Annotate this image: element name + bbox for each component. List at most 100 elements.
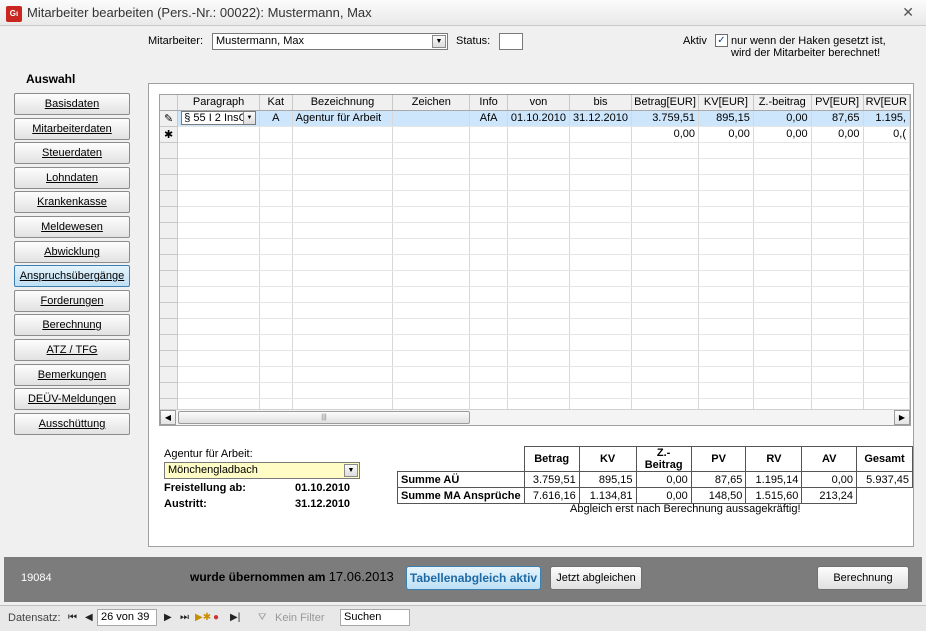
scroll-right-icon[interactable]: ▶ bbox=[894, 410, 910, 425]
edit-pencil-icon[interactable]: ✎ bbox=[160, 110, 179, 127]
cell-zbeitrag[interactable]: 0,00 bbox=[753, 126, 812, 143]
new-record-icon[interactable]: ▶✱ bbox=[195, 612, 211, 623]
sidebar-item-krankenkasse[interactable]: Krankenkasse bbox=[14, 191, 130, 213]
cell-kat[interactable] bbox=[259, 126, 293, 143]
sidebar-item-lohndaten[interactable]: Lohndaten bbox=[14, 167, 130, 189]
summary-cell: 1.134,81 bbox=[578, 487, 637, 504]
filter-icon[interactable]: ⛛ bbox=[258, 612, 266, 623]
kein-filter-label[interactable]: Kein Filter bbox=[275, 612, 325, 624]
col-header-zbeitrag[interactable]: Z.-beitrag bbox=[753, 95, 812, 111]
summary-row-summe-au: Summe AÜ 3.759,51 895,15 0,00 87,65 1.19… bbox=[397, 471, 913, 488]
sidebar-item-mitarbeiterdaten[interactable]: Mitarbeiterdaten bbox=[14, 118, 130, 140]
cell-von[interactable] bbox=[507, 126, 570, 143]
next-record-icon[interactable]: ▶ bbox=[164, 612, 172, 623]
first-record-icon[interactable]: ⏮ bbox=[68, 612, 77, 623]
sidebar-item-meldewesen[interactable]: Meldewesen bbox=[14, 216, 130, 238]
summary-header: PV bbox=[690, 446, 747, 472]
new-record-icon[interactable]: ✱ bbox=[160, 126, 179, 143]
horizontal-scrollbar[interactable]: ◀ ||| ▶ bbox=[160, 409, 910, 425]
berechnung-button[interactable]: Berechnung bbox=[817, 566, 909, 590]
cell-betrag[interactable]: 0,00 bbox=[631, 126, 700, 143]
summary-header: AV bbox=[801, 446, 857, 472]
col-header-info[interactable]: Info bbox=[469, 95, 508, 111]
delete-record-icon[interactable]: ● bbox=[213, 612, 219, 623]
chevron-down-icon[interactable]: ▼ bbox=[242, 112, 255, 124]
tabellenabgleich-button[interactable]: Tabellenabgleich aktiv bbox=[406, 566, 541, 590]
cell-bezeichnung[interactable]: Agentur für Arbeit bbox=[292, 110, 394, 127]
last-record-icon[interactable]: ⏭ bbox=[180, 612, 189, 623]
record-marker-icon[interactable]: ▶| bbox=[230, 612, 240, 623]
cell-kv[interactable]: 0,00 bbox=[698, 126, 754, 143]
col-header-betrag[interactable]: Betrag[EUR] bbox=[631, 95, 700, 111]
record-position-field[interactable]: 26 von 39 bbox=[97, 609, 157, 626]
cell-info[interactable]: AfA bbox=[469, 110, 508, 127]
cell-bezeichnung[interactable] bbox=[292, 126, 394, 143]
window-title: Mitarbeiter bearbeiten (Pers.-Nr.: 00022… bbox=[27, 5, 372, 20]
chevron-down-icon[interactable]: ▼ bbox=[344, 464, 358, 477]
scroll-left-icon[interactable]: ◀ bbox=[160, 410, 176, 425]
sidebar-item-deuev-meldungen[interactable]: DEÜV-Meldungen bbox=[14, 388, 130, 410]
status-label: Status: bbox=[456, 35, 491, 47]
anspruch-grid: Paragraph Kat Bezeichnung Zeichen Info v… bbox=[159, 94, 911, 426]
table-row[interactable]: ✎ § 55 I 2 InsO ▼ A Agentur für Arbeit A… bbox=[160, 110, 910, 127]
close-icon[interactable]: ✕ bbox=[902, 4, 914, 21]
col-header-bis[interactable]: bis bbox=[569, 95, 633, 111]
cell-zeichen[interactable] bbox=[392, 110, 471, 127]
sidebar-item-abwicklung[interactable]: Abwicklung bbox=[14, 241, 130, 263]
cell-bis[interactable]: 31.12.2010 bbox=[569, 110, 633, 127]
cell-pv[interactable]: 87,65 bbox=[811, 110, 864, 127]
empty-row bbox=[160, 366, 910, 383]
cell-rv[interactable]: 1.195, bbox=[863, 110, 910, 127]
previous-record-icon[interactable]: ◀ bbox=[85, 612, 93, 623]
sidebar-item-berechnung[interactable]: Berechnung bbox=[14, 314, 130, 336]
col-header-kat[interactable]: Kat bbox=[259, 95, 293, 111]
aktiv-checkbox[interactable]: ✓ bbox=[715, 34, 728, 47]
sidebar-item-anspruchsuebergaenge[interactable]: Anspruchsübergänge bbox=[14, 265, 130, 287]
agentur-combobox[interactable]: Mönchengladbach ▼ bbox=[164, 462, 360, 479]
cell-rv[interactable]: 0,( bbox=[863, 126, 910, 143]
sidebar-item-atz-tfg[interactable]: ATZ / TFG bbox=[14, 339, 130, 361]
sidebar-item-forderungen[interactable]: Forderungen bbox=[14, 290, 130, 312]
grid-corner[interactable] bbox=[160, 95, 179, 111]
sidebar-item-steuerdaten[interactable]: Steuerdaten bbox=[14, 142, 130, 164]
col-header-rv[interactable]: RV[EUR bbox=[863, 95, 910, 111]
col-header-zeichen[interactable]: Zeichen bbox=[392, 95, 471, 111]
cell-von[interactable]: 01.10.2010 bbox=[507, 110, 570, 127]
cell-paragraph[interactable] bbox=[177, 126, 260, 143]
col-header-paragraph[interactable]: Paragraph bbox=[177, 95, 260, 111]
col-header-bezeichnung[interactable]: Bezeichnung bbox=[292, 95, 394, 111]
cell-zeichen[interactable] bbox=[392, 126, 471, 143]
summary-cell: 7.616,16 bbox=[523, 487, 580, 504]
sidebar-item-ausschuettung[interactable]: Ausschüttung bbox=[14, 413, 130, 435]
empty-row bbox=[160, 382, 910, 399]
search-input[interactable]: Suchen bbox=[340, 609, 410, 626]
empty-row bbox=[160, 318, 910, 335]
mitarbeiter-combobox[interactable]: Mustermann, Max ▼ bbox=[212, 33, 448, 50]
cell-bis[interactable] bbox=[569, 126, 633, 143]
scroll-thumb[interactable]: ||| bbox=[178, 411, 470, 424]
jetzt-abgleichen-button[interactable]: Jetzt abgleichen bbox=[550, 566, 642, 590]
cell-kv[interactable]: 895,15 bbox=[698, 110, 754, 127]
col-header-von[interactable]: von bbox=[507, 95, 570, 111]
col-header-kv[interactable]: KV[EUR] bbox=[698, 95, 754, 111]
cell-pv[interactable]: 0,00 bbox=[811, 126, 864, 143]
empty-row bbox=[160, 254, 910, 271]
table-row-new[interactable]: ✱ 0,00 0,00 0,00 0,00 0,( bbox=[160, 126, 910, 143]
sidebar-item-bemerkungen[interactable]: Bemerkungen bbox=[14, 364, 130, 386]
sidebar-item-basisdaten[interactable]: Basisdaten bbox=[14, 93, 130, 115]
summary-cell bbox=[857, 488, 913, 504]
paragraph-combobox[interactable]: § 55 I 2 InsO ▼ bbox=[181, 111, 256, 125]
status-field[interactable] bbox=[499, 33, 523, 50]
summary-cell: 0,00 bbox=[801, 471, 857, 488]
col-header-pv[interactable]: PV[EUR] bbox=[811, 95, 864, 111]
cell-zbeitrag[interactable]: 0,00 bbox=[753, 110, 812, 127]
cell-betrag[interactable]: 3.759,51 bbox=[631, 110, 700, 127]
cell-paragraph[interactable]: § 55 I 2 InsO ▼ bbox=[177, 110, 260, 127]
cell-info[interactable] bbox=[469, 126, 508, 143]
summary-row-summe-ma: Summe MA Ansprüche 7.616,16 1.134,81 0,0… bbox=[397, 487, 913, 504]
record-navigator: Datensatz: ⏮ ◀ 26 von 39 ▶ ⏭ ▶✱ ● ▶| ⛛ K… bbox=[0, 605, 926, 631]
empty-row bbox=[160, 334, 910, 351]
chevron-down-icon[interactable]: ▼ bbox=[432, 35, 446, 48]
agentur-label: Agentur für Arbeit: bbox=[164, 448, 253, 460]
cell-kat[interactable]: A bbox=[259, 110, 293, 127]
